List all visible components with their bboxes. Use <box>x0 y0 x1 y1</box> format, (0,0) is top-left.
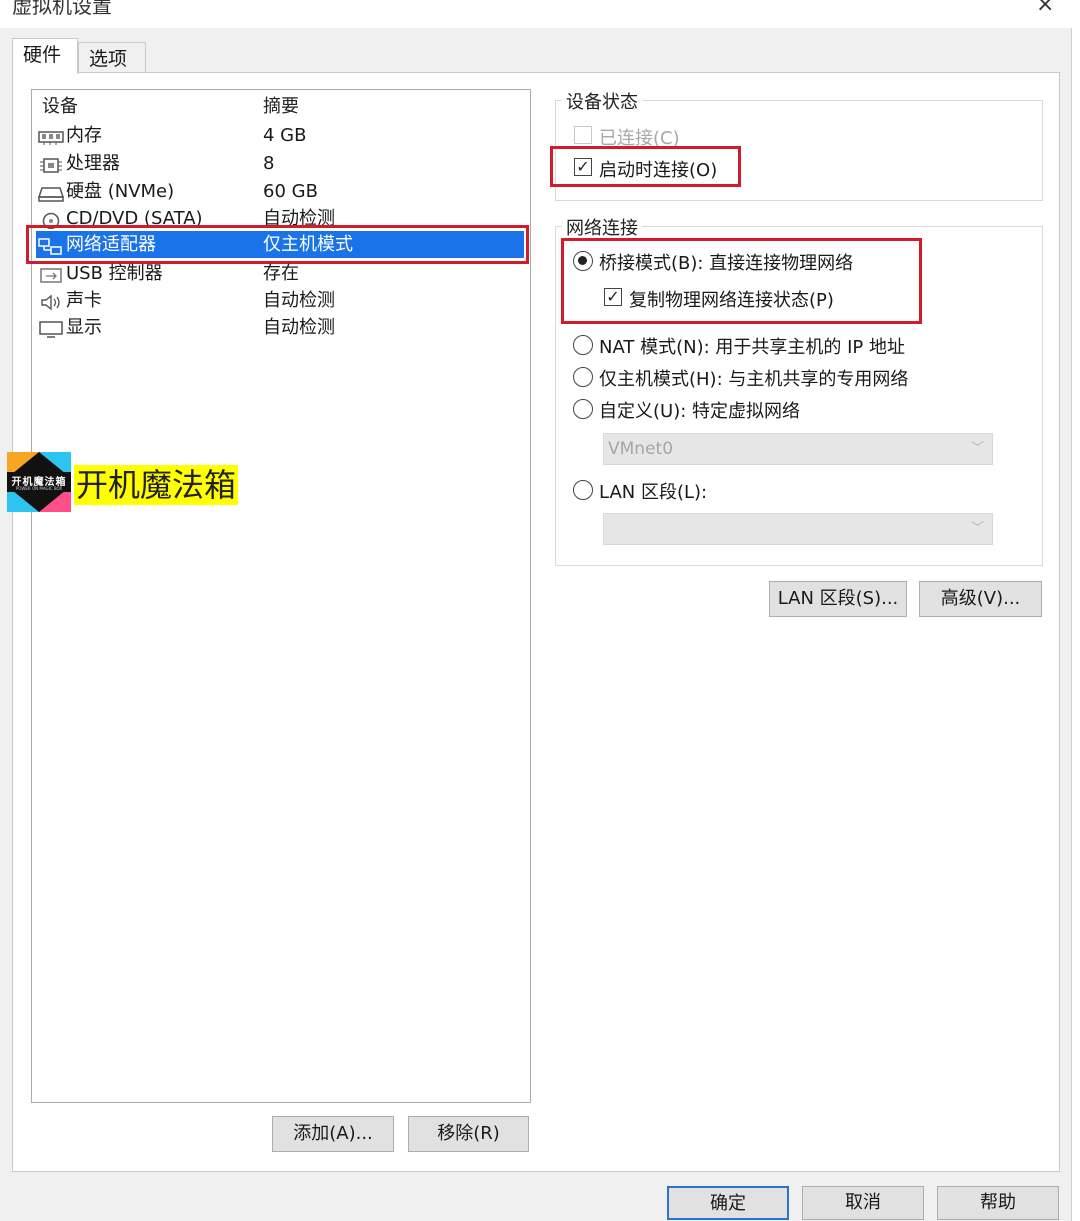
connected-checkbox <box>574 126 592 144</box>
cpu-icon <box>38 155 64 173</box>
device-summary: 自动检测 <box>263 317 335 338</box>
device-row-hard-disk[interactable]: 硬盘 (NVMe) 60 GB <box>36 178 526 205</box>
custom-network-value: VMnet0 <box>608 439 674 459</box>
tab-options[interactable]: 选项 <box>78 42 146 74</box>
device-summary: 自动检测 <box>263 290 335 311</box>
device-list-header: 设备 摘要 <box>36 93 526 120</box>
device-summary: 8 <box>263 153 275 174</box>
device-name: 处理器 <box>66 153 120 174</box>
device-summary: 4 GB <box>263 125 307 146</box>
custom-radio[interactable] <box>573 399 593 419</box>
device-row-processor[interactable]: 处理器 8 <box>36 150 526 177</box>
disk-icon <box>37 183 65 202</box>
sound-icon <box>38 292 64 311</box>
host-only-radio[interactable] <box>573 367 593 387</box>
lan-segment-select[interactable]: ﹀ <box>603 513 993 545</box>
help-button[interactable]: 帮助 <box>937 1186 1059 1220</box>
remove-device-button[interactable]: 移除(R) <box>408 1116 529 1152</box>
device-name: 内存 <box>66 125 102 146</box>
tab-hardware[interactable]: 硬件 <box>12 38 78 74</box>
nat-radio[interactable] <box>573 335 593 355</box>
close-icon[interactable]: × <box>1036 0 1054 17</box>
device-summary: 60 GB <box>263 181 318 202</box>
advanced-button[interactable]: 高级(V)... <box>919 581 1042 617</box>
column-header-summary[interactable]: 摘要 <box>263 93 299 120</box>
column-header-device[interactable]: 设备 <box>42 93 78 120</box>
nat-label[interactable]: NAT 模式(N): 用于共享主机的 IP 地址 <box>599 333 905 359</box>
device-summary: 存在 <box>263 263 299 284</box>
usb-icon <box>38 265 64 283</box>
device-status-title: 设备状态 <box>562 88 642 114</box>
lan-segments-button[interactable]: LAN 区段(S)... <box>769 581 907 617</box>
display-icon <box>38 319 64 338</box>
lan-segment-label[interactable]: LAN 区段(L): <box>599 478 707 504</box>
ok-button[interactable]: 确定 <box>667 1186 789 1220</box>
network-connection-title: 网络连接 <box>562 214 642 240</box>
custom-network-select[interactable]: VMnet0 ﹀ <box>603 433 993 465</box>
cancel-button[interactable]: 取消 <box>802 1186 924 1220</box>
device-name: 声卡 <box>66 290 102 311</box>
device-name: USB 控制器 <box>66 263 163 284</box>
custom-label[interactable]: 自定义(U): 特定虚拟网络 <box>599 397 800 423</box>
device-row-usb-controller[interactable]: USB 控制器 存在 <box>36 260 526 287</box>
device-row-memory[interactable]: 内存 4 GB <box>36 122 526 149</box>
host-only-label[interactable]: 仅主机模式(H): 与主机共享的专用网络 <box>599 365 908 391</box>
lan-segment-radio[interactable] <box>573 480 593 500</box>
highlight-box-connect-at-power-on <box>550 146 741 187</box>
watermark-logo: 开机魔法箱 POWER ON MAGIC BOX <box>7 452 71 512</box>
title-bar: 虚拟机设置 × <box>0 0 1080 26</box>
memory-icon <box>38 127 64 145</box>
device-row-display[interactable]: 显示 自动检测 <box>36 314 526 341</box>
chevron-down-icon: ﹀ <box>970 441 984 456</box>
watermark-logo-subtext: POWER ON MAGIC BOX <box>15 486 63 491</box>
window-title: 虚拟机设置 <box>12 0 112 18</box>
device-name: 硬盘 (NVMe) <box>66 181 175 202</box>
add-device-button[interactable]: 添加(A)... <box>272 1116 394 1152</box>
device-name: 显示 <box>66 317 102 338</box>
highlight-box-bridged <box>561 238 922 324</box>
highlight-box-network-adapter <box>26 225 529 264</box>
watermark-text: 开机魔法箱 <box>74 465 239 505</box>
device-row-sound-card[interactable]: 声卡 自动检测 <box>36 287 526 314</box>
chevron-down-icon: ﹀ <box>970 521 984 536</box>
